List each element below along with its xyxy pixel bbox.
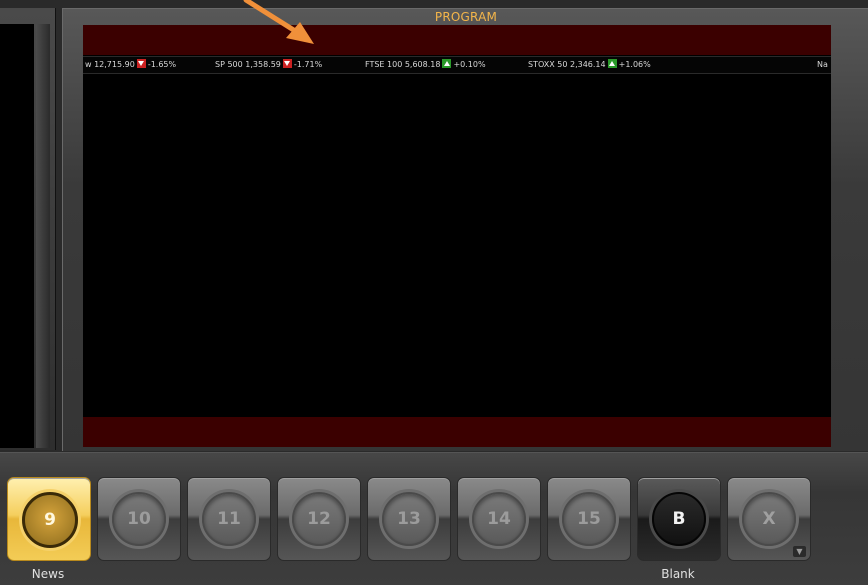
program-title: PROGRAM — [434, 10, 498, 24]
input-letter: X — [742, 492, 796, 546]
input-button-14[interactable]: 14 — [457, 477, 541, 561]
input-number: 14 — [472, 492, 526, 546]
top-red-band — [83, 25, 831, 55]
down-arrow-icon — [136, 59, 146, 68]
ticker-item: w 12,715.90 -1.65% — [85, 57, 176, 72]
input-button-11[interactable]: 11 — [187, 477, 271, 561]
ticker-item-change: -1.71% — [293, 60, 323, 69]
up-arrow-icon — [607, 59, 617, 68]
preview-panel-edge — [36, 24, 50, 448]
ticker-item: Na — [817, 57, 828, 72]
ticker-item-change: +1.06% — [618, 60, 651, 69]
input-caption-news: News — [31, 567, 65, 581]
ticker-item-change: -1.65% — [147, 60, 177, 69]
stock-ticker: w 12,715.90 -1.65% SP 500 1,358.59 -1.71% … — [83, 56, 831, 74]
input-bar: 9 News 10 11 12 13 14 15 B Blank X ▼ — [0, 452, 868, 585]
chevron-down-icon[interactable]: ▼ — [793, 546, 806, 557]
ticker-item: STOXX 50 2,346.14 +1.06% — [528, 57, 651, 72]
input-button-15[interactable]: 15 — [547, 477, 631, 561]
input-number: 13 — [382, 492, 436, 546]
input-letter: B — [652, 492, 706, 546]
ticker-item: SP 500 1,358.59 -1.71% — [215, 57, 322, 72]
input-caption-blank: Blank — [661, 567, 695, 581]
up-arrow-icon — [442, 59, 452, 68]
input-number: 12 — [292, 492, 346, 546]
input-number: 11 — [202, 492, 256, 546]
clear-button[interactable]: X ▼ — [727, 477, 811, 561]
input-number: 15 — [562, 492, 616, 546]
ticker-item: FTSE 100 5,608.18 +0.10% — [365, 57, 486, 72]
input-number: 10 — [112, 492, 166, 546]
input-button-9[interactable]: 9 — [7, 477, 91, 561]
ticker-item-name: w 12,715.90 — [85, 60, 135, 69]
ticker-item-change: +0.10% — [453, 60, 486, 69]
input-button-13[interactable]: 13 — [367, 477, 451, 561]
ticker-item-name: STOXX 50 2,346.14 — [528, 60, 606, 69]
down-arrow-icon — [282, 59, 292, 68]
input-button-12[interactable]: 12 — [277, 477, 361, 561]
program-panel: PROGRAM w 12,715.90 -1.65% SP 500 1,358.5… — [62, 8, 868, 451]
ticker-item-name: SP 500 1,358.59 — [215, 60, 281, 69]
program-output-screen: w 12,715.90 -1.65% SP 500 1,358.59 -1.71% … — [83, 25, 831, 447]
input-button-10[interactable]: 10 — [97, 477, 181, 561]
blank-button[interactable]: B — [637, 477, 721, 561]
arrow-down-right-icon — [243, 0, 314, 44]
ticker-item-name: FTSE 100 5,608.18 — [365, 60, 441, 69]
bottom-red-band — [83, 417, 831, 447]
preview-screen — [0, 24, 34, 448]
ticker-item-name: Na — [817, 60, 828, 69]
input-number: 9 — [22, 492, 78, 548]
preview-panel — [0, 8, 56, 450]
